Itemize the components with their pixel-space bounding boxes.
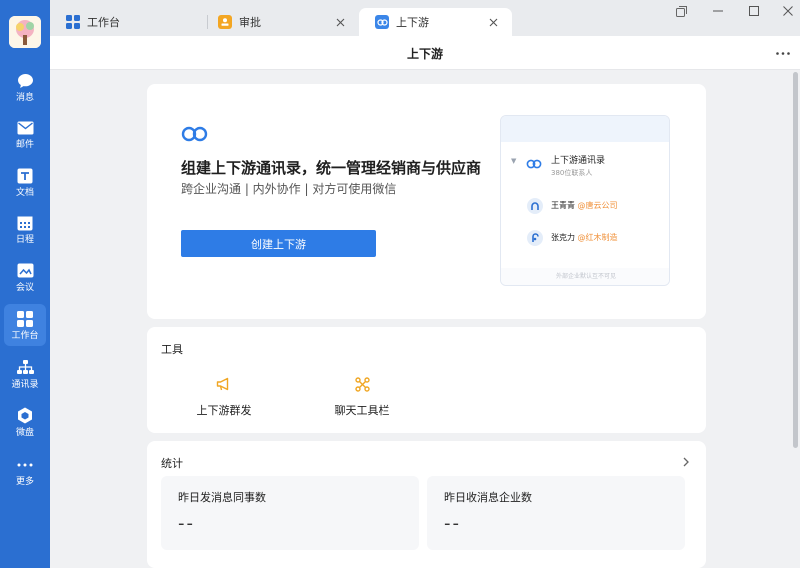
maximize-icon[interactable]: [745, 3, 763, 19]
tab-label: 审批: [239, 16, 261, 29]
close-icon[interactable]: [486, 15, 500, 29]
minimize-icon[interactable]: [709, 3, 727, 19]
sidebar-item-mail[interactable]: 邮件: [4, 113, 46, 155]
contact-org: @红木制造: [577, 233, 618, 242]
meeting-icon: [16, 262, 34, 280]
close-icon[interactable]: [333, 15, 347, 29]
preview-contact: 张克力 @红木制造: [551, 232, 618, 243]
hero-title: 组建上下游通讯录，统一管理经销商与供应商: [181, 159, 482, 177]
sidebar-item-contacts[interactable]: 通讯录: [4, 353, 46, 395]
stat-value: --: [444, 513, 461, 534]
contact-name: 张克力: [551, 233, 575, 242]
stats-section-title: 统计: [161, 457, 183, 470]
document-icon: [16, 167, 34, 185]
hero-card: 组建上下游通讯录，统一管理经销商与供应商 跨企业沟通 | 内外协作 | 对方可使…: [147, 84, 706, 319]
stat-value: --: [178, 513, 195, 534]
approval-icon: [218, 15, 232, 29]
link-logo-icon: [181, 126, 208, 146]
tool-chat-toolbar[interactable]: 聊天工具栏: [317, 375, 407, 418]
preview-title: 上下游通讯录: [551, 156, 606, 166]
sidebar-item-label: 更多: [15, 476, 34, 487]
stat-colleagues-sent: 昨日发消息同事数 --: [161, 476, 419, 550]
tab-upstream-downstream[interactable]: 上下游: [359, 8, 512, 36]
sidebar-item-label: 会议: [15, 282, 34, 293]
sidebar-item-workbench[interactable]: 工作台: [4, 304, 46, 346]
cloud-drive-icon: [16, 407, 34, 425]
scrollbar-thumb[interactable]: [793, 72, 798, 448]
sidebar-item-more[interactable]: 更多: [4, 450, 46, 492]
preview-contact: 王青青 @唐云公司: [551, 200, 618, 211]
sidebar-item-label: 消息: [15, 92, 34, 103]
tool-label: 上下游群发: [196, 404, 252, 417]
more-options-icon[interactable]: [774, 44, 792, 62]
calendar-icon: [16, 214, 34, 232]
preview-header-bar: [501, 116, 669, 142]
caret-down-icon: ▼: [511, 157, 517, 165]
sidebar-item-docs[interactable]: 文档: [4, 161, 46, 203]
sidebar-item-label: 文档: [15, 187, 34, 198]
sidebar-item-meeting[interactable]: 会议: [4, 256, 46, 298]
chevron-right-icon[interactable]: [680, 455, 692, 469]
link-icon: [526, 154, 542, 173]
sidebar-item-drive[interactable]: 微盘: [4, 401, 46, 443]
sidebar: 消息 邮件 文档 日程 会议 工作台 通讯录 微盘 更多: [0, 0, 50, 568]
contact-avatar: [527, 230, 543, 246]
tab-approval[interactable]: 审批: [202, 8, 359, 36]
page-header: 上下游: [50, 36, 800, 70]
contact-avatar: [527, 198, 543, 214]
tab-label: 上下游: [396, 16, 429, 29]
preview-contact-count: 380位联系人: [551, 169, 593, 177]
contact-org: @唐云公司: [577, 201, 618, 210]
sidebar-item-label: 微盘: [15, 427, 34, 438]
window-close-icon[interactable]: [779, 3, 797, 19]
more-dots-icon: [16, 456, 34, 474]
create-upstream-downstream-button[interactable]: 创建上下游: [181, 230, 376, 257]
mail-icon: [16, 119, 34, 137]
tab-label: 工作台: [87, 16, 120, 29]
sidebar-item-label: 日程: [15, 234, 34, 245]
contact-name: 王青青: [551, 201, 575, 210]
page-title: 上下游: [406, 47, 443, 61]
tab-workbench[interactable]: 工作台: [50, 8, 205, 36]
sidebar-item-label: 通讯录: [11, 379, 39, 390]
hero-subtitle: 跨企业沟通 | 内外协作 | 对方可使用微信: [181, 182, 397, 196]
workbench-grid-icon: [16, 310, 34, 328]
contacts-preview-illustration: ▼ 上下游通讯录 380位联系人 王青青 @唐云公司 张克力 @红木制造 外部企…: [500, 115, 670, 286]
user-avatar[interactable]: [9, 16, 41, 48]
org-chart-icon: [16, 359, 34, 377]
stats-card: 统计 昨日发消息同事数 -- 昨日收消息企业数 --: [147, 441, 706, 568]
tools-section-title: 工具: [161, 343, 183, 356]
tool-label: 聊天工具栏: [334, 404, 390, 417]
preview-footer-note: 外部企业默认互不可见: [501, 268, 669, 285]
sidebar-item-label: 邮件: [15, 139, 34, 150]
tool-broadcast[interactable]: 上下游群发: [179, 375, 269, 418]
sidebar-item-label: 工作台: [11, 330, 39, 341]
chat-bubble-icon: [16, 72, 34, 90]
toolbar-icon: [353, 375, 371, 393]
megaphone-icon: [215, 375, 233, 393]
sidebar-item-calendar[interactable]: 日程: [4, 208, 46, 250]
stat-companies-received: 昨日收消息企业数 --: [427, 476, 685, 550]
workbench-grid-icon: [66, 15, 80, 29]
stat-label: 昨日收消息企业数: [444, 491, 532, 504]
tools-card: 工具 上下游群发 聊天工具栏: [147, 327, 706, 433]
sidebar-item-messages[interactable]: 消息: [4, 66, 46, 108]
link-icon: [375, 15, 389, 29]
pin-window-icon[interactable]: [672, 3, 690, 19]
stat-label: 昨日发消息同事数: [178, 491, 266, 504]
tab-bar: 工作台 审批 上下游: [50, 0, 800, 36]
